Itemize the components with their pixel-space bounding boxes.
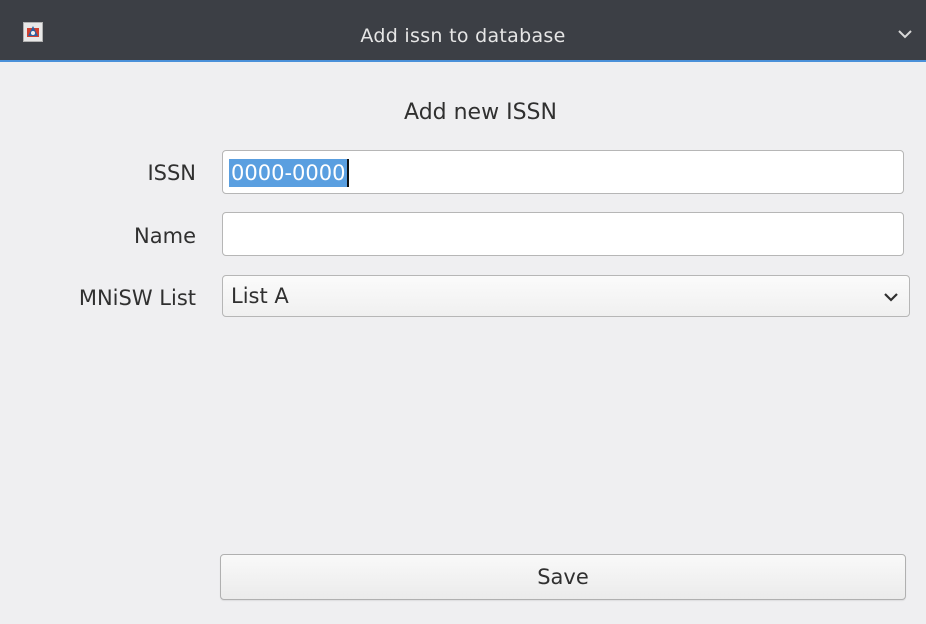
title-bar[interactable]: Add issn to database (0, 0, 926, 62)
text-caret (347, 159, 349, 187)
mnisw-list-selected-value: List A (231, 284, 289, 308)
chevron-down-icon[interactable] (896, 26, 914, 40)
issn-label: ISSN (147, 161, 196, 185)
issn-input[interactable]: 0000-0000 (222, 150, 904, 194)
window-title: Add issn to database (360, 25, 566, 47)
save-button[interactable]: Save (220, 554, 906, 600)
form-heading: Add new ISSN (404, 100, 557, 125)
mnisw-list-select[interactable]: List A (222, 275, 910, 317)
name-input[interactable] (222, 212, 904, 256)
dialog-window: Add issn to database Add new ISSN ISSN 0… (0, 0, 926, 624)
chevron-down-icon (883, 289, 899, 303)
name-label: Name (134, 224, 196, 248)
issn-value: 0000-0000 (229, 159, 348, 187)
mnisw-list-label: MNiSW List (78, 286, 196, 310)
